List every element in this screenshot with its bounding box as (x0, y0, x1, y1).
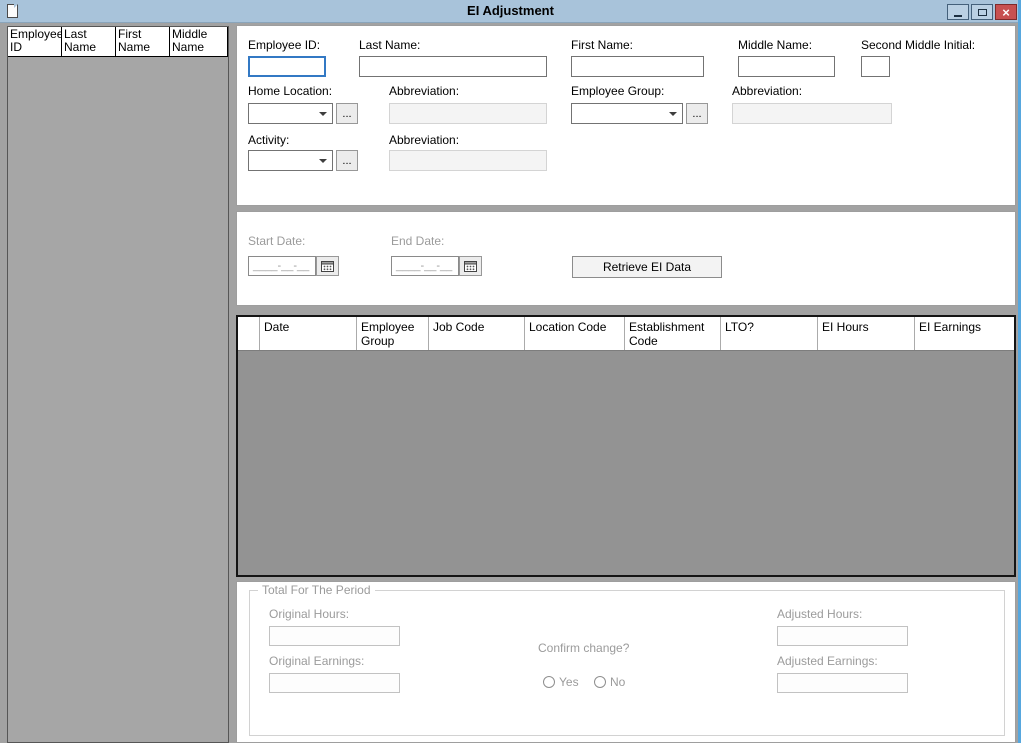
calendar-icon (321, 260, 334, 272)
calendar-icon (464, 260, 477, 272)
end-date-input[interactable]: ____-__-__ (391, 256, 459, 276)
middle-name-input[interactable] (738, 56, 835, 77)
first-name-label: First Name: (571, 38, 633, 52)
radio-no[interactable] (594, 676, 606, 688)
employee-group-select[interactable] (571, 103, 683, 124)
total-for-the-period-groupbox: Total For The Period Original Hours: Ori… (249, 590, 1005, 736)
adjusted-hours-label: Adjusted Hours: (777, 607, 862, 621)
original-earnings-label: Original Earnings: (269, 654, 364, 668)
column-header-date[interactable]: Date (260, 317, 357, 350)
adjusted-hours-field[interactable] (777, 626, 908, 646)
original-earnings-field[interactable] (269, 673, 400, 693)
end-date-calendar-button[interactable] (459, 256, 482, 276)
employee-group-label: Employee Group: (571, 84, 664, 98)
column-header-employee-group[interactable]: Employee Group (357, 317, 429, 350)
column-header-employee-id[interactable]: Employee ID (8, 27, 62, 57)
start-date-label: Start Date: (248, 234, 305, 248)
column-header-job-code[interactable]: Job Code (429, 317, 525, 350)
last-name-label: Last Name: (359, 38, 420, 52)
activity-label: Activity: (248, 133, 289, 147)
second-middle-initial-label: Second Middle Initial: (861, 38, 975, 52)
confirm-change-label: Confirm change? (538, 641, 629, 655)
employee-list-header: Employee ID Last Name First Name Middle … (8, 27, 228, 57)
column-header-lto[interactable]: LTO? (721, 317, 818, 350)
date-range-panel: Start Date: End Date: ____-__-__ ____-__… (236, 211, 1016, 306)
second-middle-initial-input[interactable] (861, 56, 890, 77)
adjusted-earnings-label: Adjusted Earnings: (777, 654, 878, 668)
employee-id-label: Employee ID: (248, 38, 320, 52)
abbreviation-home-label: Abbreviation: (389, 84, 459, 98)
window-title: EI Adjustment (0, 3, 1021, 18)
totals-panel: Total For The Period Original Hours: Ori… (236, 581, 1016, 743)
activity-select[interactable] (248, 150, 333, 171)
column-header-last-name[interactable]: Last Name (62, 27, 116, 57)
yes-label: Yes (559, 675, 579, 689)
column-header-ei-earnings[interactable]: EI Earnings (915, 317, 1014, 350)
abbreviation-group-label: Abbreviation: (732, 84, 802, 98)
minimize-button[interactable] (947, 4, 969, 20)
confirm-yes-option[interactable]: Yes (543, 675, 579, 689)
maximize-button[interactable] (971, 4, 993, 20)
middle-name-label: Middle Name: (738, 38, 812, 52)
activity-browse-button[interactable]: ... (336, 150, 358, 171)
home-location-browse-button[interactable]: ... (336, 103, 358, 124)
results-grid-body (238, 351, 1014, 575)
column-header-row-selector (238, 317, 260, 350)
search-form-panel: Employee ID: Last Name: First Name: Midd… (236, 25, 1016, 206)
column-header-ei-hours[interactable]: EI Hours (818, 317, 915, 350)
employee-id-input[interactable] (248, 56, 326, 77)
retrieve-ei-data-button[interactable]: Retrieve EI Data (572, 256, 722, 278)
first-name-input[interactable] (571, 56, 704, 77)
abbreviation-activity-label: Abbreviation: (389, 133, 459, 147)
chevron-down-icon (669, 112, 677, 116)
column-header-location-code[interactable]: Location Code (525, 317, 625, 350)
no-label: No (610, 675, 625, 689)
abbreviation-group-field[interactable] (732, 103, 892, 124)
radio-yes[interactable] (543, 676, 555, 688)
original-hours-label: Original Hours: (269, 607, 349, 621)
chevron-down-icon (319, 112, 327, 116)
column-header-middle-name[interactable]: Middle Name (170, 27, 228, 57)
chevron-down-icon (319, 159, 327, 163)
column-header-first-name[interactable]: First Name (116, 27, 170, 57)
original-hours-field[interactable] (269, 626, 400, 646)
home-location-label: Home Location: (248, 84, 332, 98)
home-location-select[interactable] (248, 103, 333, 124)
start-date-input[interactable]: ____-__-__ (248, 256, 316, 276)
close-button[interactable]: × (995, 4, 1017, 20)
abbreviation-activity-field[interactable] (389, 150, 547, 171)
minimize-icon (954, 15, 962, 17)
window-controls: × (947, 4, 1017, 20)
groupbox-title: Total For The Period (258, 583, 375, 597)
start-date-calendar-button[interactable] (316, 256, 339, 276)
maximize-icon (978, 9, 987, 16)
employee-list: Employee ID Last Name First Name Middle … (7, 26, 229, 743)
titlebar: EI Adjustment × (0, 0, 1021, 23)
abbreviation-home-field[interactable] (389, 103, 547, 124)
adjusted-earnings-field[interactable] (777, 673, 908, 693)
column-header-establishment-code[interactable]: Establishment Code (625, 317, 721, 350)
employee-group-browse-button[interactable]: ... (686, 103, 708, 124)
last-name-input[interactable] (359, 56, 547, 77)
employee-list-body (8, 58, 228, 742)
results-grid-header: Date Employee Group Job Code Location Co… (238, 317, 1014, 351)
end-date-label: End Date: (391, 234, 444, 248)
confirm-no-option[interactable]: No (594, 675, 625, 689)
results-grid: Date Employee Group Job Code Location Co… (236, 315, 1016, 577)
